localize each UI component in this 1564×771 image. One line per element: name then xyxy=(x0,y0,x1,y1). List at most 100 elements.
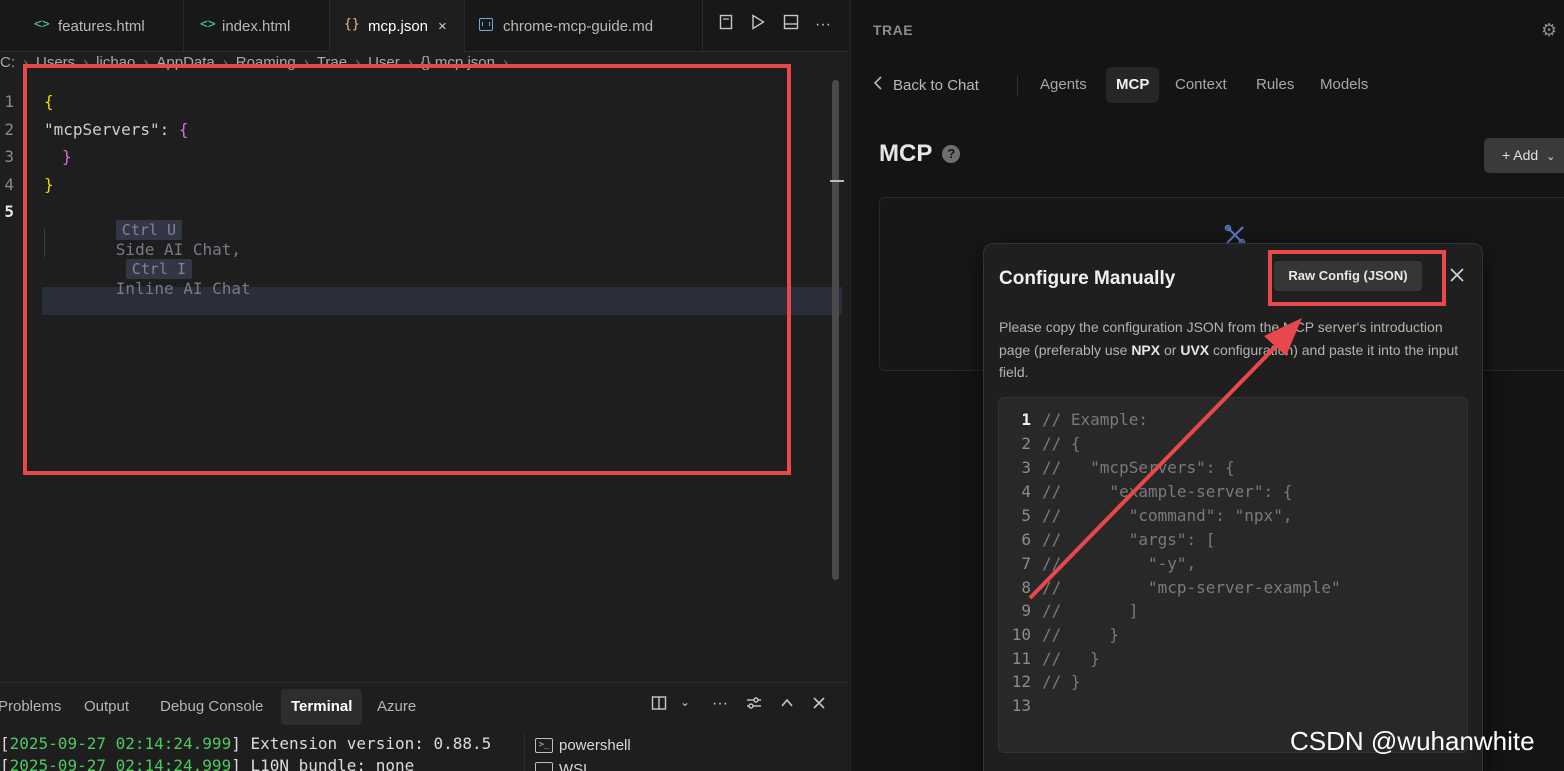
placeholder-line: // "mcp-server-example" xyxy=(1042,578,1341,597)
placeholder-line: // ] xyxy=(1042,601,1139,620)
split-editor-icon[interactable] xyxy=(781,14,801,36)
line-number: 13 xyxy=(1011,696,1031,715)
chevron-down-icon: ⌄ xyxy=(1546,151,1556,163)
terminal-name: WSL xyxy=(559,761,592,771)
add-button[interactable]: + Add ⌄ xyxy=(1484,138,1564,173)
line-number: 2 xyxy=(4,120,14,139)
more-icon[interactable]: ··· xyxy=(709,695,731,713)
divider xyxy=(1017,76,1018,96)
json-config-input[interactable]: 1 // Example: 2 // { 3 // "mcpServers": … xyxy=(998,397,1468,753)
tab-mcp[interactable]: MCP xyxy=(1106,67,1160,103)
desc-npx: NPX xyxy=(1131,341,1161,358)
line-number: 2 xyxy=(1021,434,1031,453)
placeholder-line: // "args": [ xyxy=(1042,530,1216,549)
tab-mcp-json[interactable]: {} mcp.json × xyxy=(330,0,465,52)
settings-sliders-icon[interactable] xyxy=(743,695,765,716)
placeholder-line: // } xyxy=(1042,649,1100,668)
terminal-line: [2025-09-27 02:14:24.999] L10N bundle: n… xyxy=(0,756,414,771)
placeholder-line: // Example: xyxy=(1042,410,1148,429)
editor-pane: <> features.html <> index.html {} mcp.js… xyxy=(0,0,848,771)
placeholder-line: // } xyxy=(1042,625,1120,644)
page-title: MCP ? xyxy=(879,140,961,168)
json-file-icon: {} xyxy=(344,17,360,32)
more-icon[interactable]: ··· xyxy=(813,14,833,36)
editor-scrollbar[interactable] xyxy=(830,80,844,680)
watermark: CSDN @wuhanwhite xyxy=(1290,726,1535,756)
tab-debug-console[interactable]: Debug Console xyxy=(150,689,273,725)
book-icon[interactable] xyxy=(716,14,736,36)
markdown-file-icon xyxy=(479,18,493,31)
desc-uvx: UVX xyxy=(1180,341,1210,358)
back-to-chat-button[interactable]: Back to Chat xyxy=(873,76,979,94)
add-label: + Add xyxy=(1502,147,1539,163)
close-icon[interactable] xyxy=(1450,266,1464,287)
editor-tab-bar: <> features.html <> index.html {} mcp.js… xyxy=(0,0,848,52)
tab-output[interactable]: Output xyxy=(74,689,139,725)
tab-agents[interactable]: Agents xyxy=(1030,67,1097,103)
line-number: 8 xyxy=(1021,578,1031,597)
configure-manually-dialog: Configure Manually Raw Config (JSON) Ple… xyxy=(983,243,1483,771)
brand-label: TRAE xyxy=(873,22,914,38)
line-number: 4 xyxy=(4,175,14,194)
line-number: 9 xyxy=(1021,601,1031,620)
line-number: 1 xyxy=(1021,410,1031,429)
cursor-marker xyxy=(830,180,844,182)
terminal-item-wsl[interactable]: WSL xyxy=(535,761,592,771)
terminal-message: L10N bundle: none xyxy=(250,756,415,771)
tab-features-html[interactable]: <> features.html xyxy=(0,0,184,52)
placeholder-line: // "mcpServers": { xyxy=(1042,458,1235,477)
gear-icon[interactable]: ⚙ xyxy=(1541,20,1557,41)
line-number: 4 xyxy=(1021,482,1031,501)
html-file-icon: <> xyxy=(34,17,50,32)
terminal-message: Extension version: 0.88.5 xyxy=(250,734,492,753)
tab-label: chrome-mcp-guide.md xyxy=(503,17,654,35)
terminal-name: powershell xyxy=(559,737,631,754)
line-number: 12 xyxy=(1011,672,1031,691)
desc-text: or xyxy=(1160,341,1181,358)
tab-models[interactable]: Models xyxy=(1310,67,1378,103)
terminal-item-powershell[interactable]: >_ powershell xyxy=(535,737,631,754)
annotation-box xyxy=(1268,250,1446,306)
line-number: 11 xyxy=(1011,649,1031,668)
placeholder-line: // "-y", xyxy=(1042,554,1197,573)
close-icon[interactable]: × xyxy=(438,18,447,35)
tab-rules[interactable]: Rules xyxy=(1246,67,1304,103)
split-terminal-icon[interactable] xyxy=(648,695,670,716)
close-icon[interactable] xyxy=(808,695,830,716)
tab-chrome-mcp-guide[interactable]: chrome-mcp-guide.md xyxy=(465,0,703,52)
line-number: 5 xyxy=(1021,506,1031,525)
bottom-panel: Problems Output Debug Console Terminal A… xyxy=(0,682,848,771)
tab-problems[interactable]: Problems xyxy=(0,689,71,725)
chevron-down-icon[interactable]: ⌄ xyxy=(674,695,696,709)
annotation-box xyxy=(23,64,791,475)
placeholder-line: // "command": "npx", xyxy=(1042,506,1293,525)
line-number: 10 xyxy=(1011,625,1031,644)
back-label: Back to Chat xyxy=(893,76,979,94)
help-icon[interactable]: ? xyxy=(942,145,961,163)
dialog-title: Configure Manually xyxy=(999,268,1176,289)
run-icon[interactable] xyxy=(748,14,768,36)
chevron-left-icon xyxy=(873,76,883,94)
html-file-icon: <> xyxy=(200,17,216,32)
line-number: 6 xyxy=(1021,530,1031,549)
tab-azure[interactable]: Azure xyxy=(367,689,426,725)
tab-label: mcp.json xyxy=(368,17,429,35)
title-text: MCP xyxy=(879,140,933,167)
line-number: 3 xyxy=(4,147,14,166)
line-number: 3 xyxy=(1021,458,1031,477)
dialog-description: Please copy the configuration JSON from … xyxy=(999,316,1461,384)
tab-label: index.html xyxy=(222,17,291,35)
timestamp: 2025-09-27 02:14:24.999 xyxy=(9,756,232,771)
scrollbar-thumb[interactable] xyxy=(832,80,839,580)
tab-index-html[interactable]: <> index.html xyxy=(184,0,330,52)
tab-context[interactable]: Context xyxy=(1165,67,1237,103)
line-number: 1 xyxy=(4,92,14,111)
breadcrumb-item[interactable]: C: xyxy=(0,54,15,78)
placeholder-line: // } xyxy=(1042,672,1081,691)
tab-terminal[interactable]: Terminal xyxy=(281,689,363,725)
tab-label: features.html xyxy=(58,17,145,35)
placeholder-line: // "example-server": { xyxy=(1042,482,1293,501)
chevron-up-icon[interactable] xyxy=(776,695,798,716)
terminal-line: [2025-09-27 02:14:24.999] Extension vers… xyxy=(0,734,492,753)
line-number: 5 xyxy=(4,202,14,221)
